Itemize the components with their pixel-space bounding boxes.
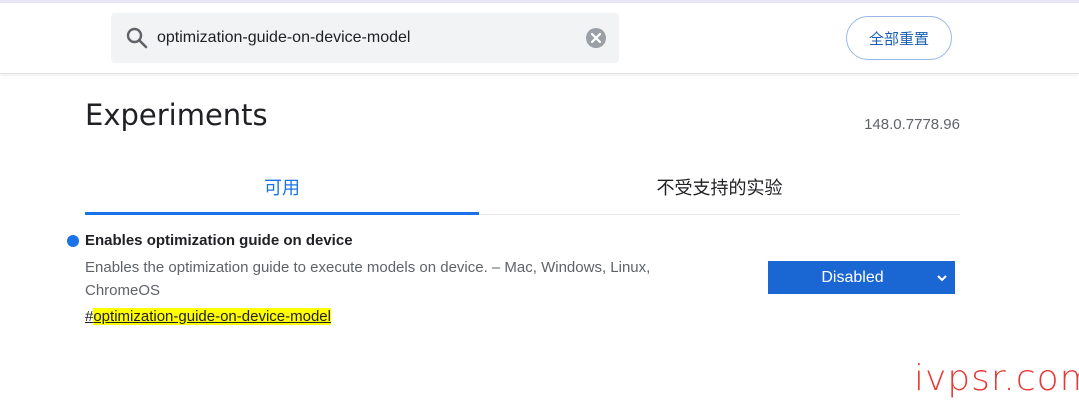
experiment-title: Enables optimization guide on device (85, 232, 353, 249)
experiment-state-select[interactable]: Disabled (768, 261, 955, 294)
tab-unavailable[interactable]: 不受支持的实验 (479, 160, 960, 214)
experiment-link-text: optimization-guide-on-device-model (93, 308, 331, 325)
tab-indicator (85, 212, 479, 215)
version-label: 148.0.7778.96 (864, 116, 960, 133)
experiment-description: Enables the optimization guide to execut… (85, 259, 651, 299)
reset-all-button[interactable]: 全部重置 (846, 16, 952, 60)
experiment-state-value: Disabled (821, 268, 884, 286)
experiment-link[interactable]: #optimization-guide-on-device-model (85, 308, 331, 325)
experiment-bullet (67, 235, 79, 247)
close-icon[interactable] (585, 27, 607, 49)
header-bar: 全部重置 (0, 3, 1079, 74)
page-title: Experiments (85, 98, 268, 132)
search-icon (126, 27, 148, 49)
search-box[interactable] (111, 13, 619, 63)
chevron-down-icon (937, 275, 947, 282)
watermark: ivpsr.com (914, 358, 1079, 399)
search-input[interactable] (157, 13, 577, 63)
tab-bar: 可用 不受支持的实验 (85, 160, 960, 215)
tab-available[interactable]: 可用 (85, 160, 479, 214)
